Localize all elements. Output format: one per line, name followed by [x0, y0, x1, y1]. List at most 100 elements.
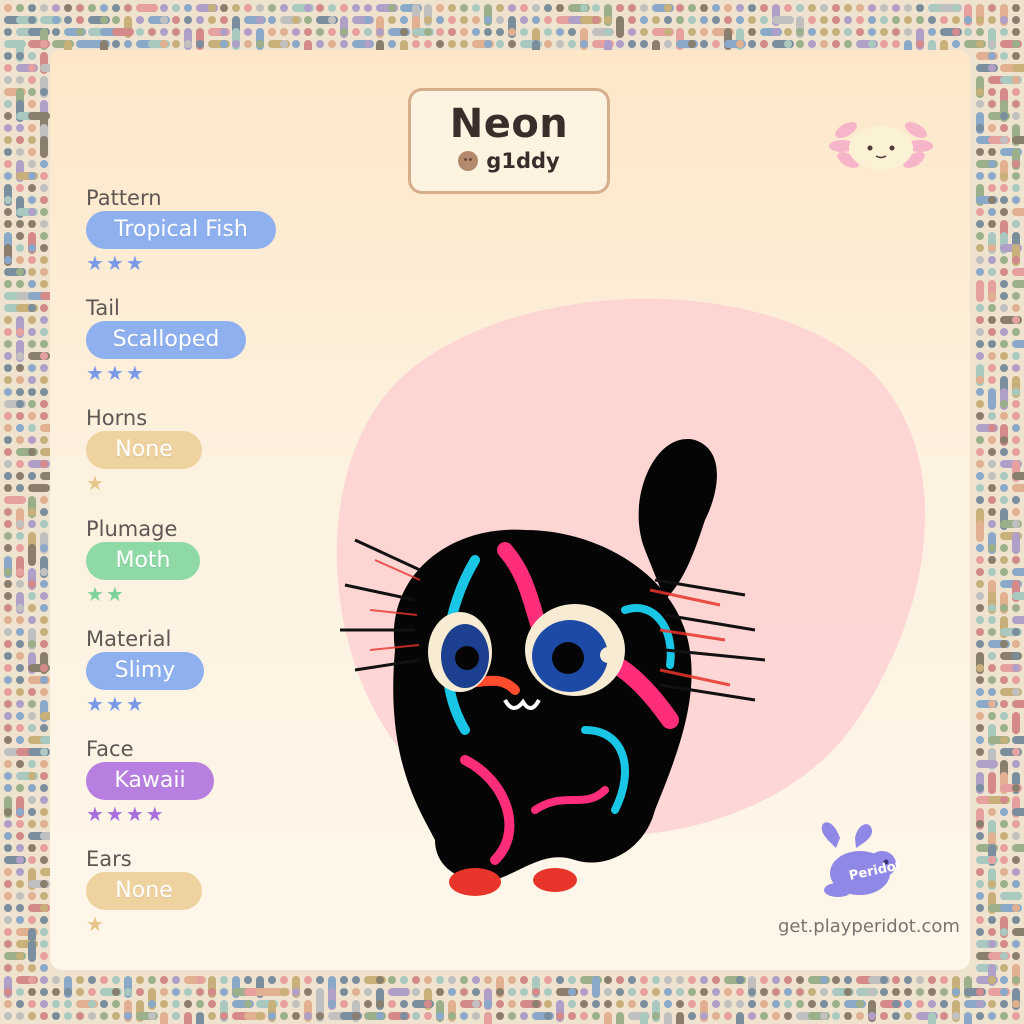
frame-dot [4, 940, 12, 948]
frame-dot [40, 196, 48, 204]
frame-dot [1000, 124, 1008, 132]
frame-dot [28, 268, 36, 276]
frame-dot [1012, 748, 1020, 756]
frame-dash [640, 1012, 648, 1024]
frame-dot [220, 988, 228, 996]
trait-value-pill[interactable]: Kawaii [86, 762, 214, 800]
frame-dot [1012, 544, 1020, 552]
frame-dot [1000, 1000, 1008, 1008]
frame-dot [28, 436, 36, 444]
frame-dot [988, 460, 996, 468]
frame-dot [28, 892, 36, 900]
frame-dot [868, 28, 876, 36]
frame-dash [1012, 568, 1024, 576]
frame-dot [16, 616, 24, 624]
frame-dot [604, 988, 612, 996]
frame-dot [1000, 640, 1008, 648]
frame-dot [64, 16, 72, 24]
frame-dot [556, 976, 564, 984]
trait-value-pill[interactable]: Moth [86, 542, 200, 580]
frame-dot [16, 244, 24, 252]
frame-dot [40, 784, 48, 792]
frame-dot [832, 4, 840, 12]
trait-value-pill[interactable]: None [86, 872, 202, 910]
frame-dot [1012, 328, 1020, 336]
frame-dot [856, 28, 864, 36]
frame-dot [436, 988, 444, 996]
frame-dot [40, 148, 48, 156]
frame-dot [448, 976, 456, 984]
frame-dot [4, 628, 12, 636]
frame-dot [988, 376, 996, 384]
frame-dot [988, 1012, 996, 1020]
frame-dot [1012, 184, 1020, 192]
frame-dash [676, 1012, 684, 1024]
frame-dot [508, 976, 516, 984]
frame-dot [976, 88, 984, 96]
trait-value-pill[interactable]: Scalloped [86, 321, 246, 359]
frame-dot [16, 856, 24, 864]
creator-avatar-icon [458, 151, 479, 171]
frame-dot [772, 1012, 780, 1020]
trait-value-pill[interactable]: Slimy [86, 652, 204, 690]
frame-dot [4, 844, 12, 852]
frame-dot [484, 40, 492, 48]
frame-dot [976, 592, 984, 600]
frame-dot [1000, 808, 1008, 816]
frame-dot [1000, 952, 1008, 960]
frame-dot [4, 472, 12, 480]
frame-dot [784, 28, 792, 36]
frame-dot [1012, 664, 1020, 672]
frame-dot [400, 1012, 408, 1020]
frame-dot [208, 988, 216, 996]
peridot-bunny-logo[interactable]: Peridot [810, 818, 900, 910]
frame-dot [352, 988, 360, 996]
frame-dot [988, 496, 996, 504]
frame-dot [4, 652, 12, 660]
frame-dot [28, 244, 36, 252]
frame-dot [40, 232, 48, 240]
site-url-link[interactable]: get.playperidot.com [778, 916, 960, 937]
frame-dot [28, 508, 36, 516]
frame-dot [16, 532, 24, 540]
creator-name[interactable]: g1ddy [486, 149, 559, 173]
frame-dot [4, 484, 12, 492]
frame-dot [184, 988, 192, 996]
frame-dot [628, 1000, 636, 1008]
trait-value-pill[interactable]: Tropical Fish [86, 211, 276, 249]
frame-dot [1012, 100, 1020, 108]
frame-dot [1012, 388, 1020, 396]
frame-dot [976, 232, 984, 240]
frame-dot [976, 388, 984, 396]
frame-dot [688, 1000, 696, 1008]
frame-dot [40, 280, 48, 288]
frame-dot [1000, 340, 1008, 348]
frame-dot [40, 772, 48, 780]
creator-row[interactable]: g1ddy [411, 149, 607, 173]
frame-dot [4, 76, 12, 84]
frame-dot [100, 1012, 108, 1020]
frame-dot [40, 964, 48, 972]
trait-tail: Tail Scalloped ★★★ [86, 295, 246, 385]
frame-dot [28, 76, 36, 84]
frame-dot [244, 40, 252, 48]
frame-dot [1000, 556, 1008, 564]
frame-dot [844, 988, 852, 996]
frame-dot [568, 976, 576, 984]
frame-dot [40, 580, 48, 588]
frame-dot [316, 28, 324, 36]
trait-value-pill[interactable]: None [86, 431, 202, 469]
frame-dot [688, 40, 696, 48]
frame-dot [976, 460, 984, 468]
frame-dot [904, 16, 912, 24]
frame-dot [616, 988, 624, 996]
frame-dot [1012, 640, 1020, 648]
frame-dot [40, 916, 48, 924]
frame-dot [664, 40, 672, 48]
frame-dash [1012, 736, 1024, 744]
frame-dot [16, 184, 24, 192]
frame-dot [712, 976, 720, 984]
frame-dot [1000, 1012, 1008, 1020]
frame-dot [460, 40, 468, 48]
frame-dot [640, 976, 648, 984]
